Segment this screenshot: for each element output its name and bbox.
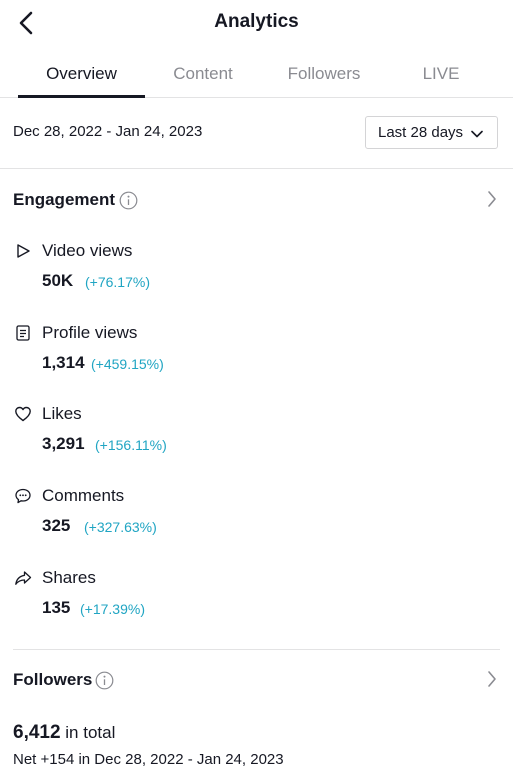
- metric-change: (+17.39%): [80, 601, 145, 617]
- metric-change: (+327.63%): [84, 519, 157, 535]
- info-icon[interactable]: [119, 191, 138, 210]
- active-tab-indicator: [18, 95, 145, 98]
- profile-card-icon: [16, 325, 30, 341]
- followers-total-suffix: in total: [65, 723, 116, 742]
- tab-overview[interactable]: Overview: [18, 52, 145, 98]
- tab-bar: Overview Content Followers LIVE: [0, 52, 513, 98]
- heart-icon: [15, 406, 31, 422]
- metric-value: 135: [42, 598, 71, 617]
- metric-value: 50K: [42, 271, 74, 290]
- engagement-header[interactable]: Engagement: [0, 187, 513, 215]
- metric-comments: Comments 325 (+327.63%): [0, 486, 513, 556]
- metric-shares: Shares 135 (+17.39%): [0, 568, 513, 638]
- metric-label: Shares: [42, 568, 96, 587]
- metric-value: 3,291: [42, 434, 85, 453]
- metric-video-views: Video views 50K (+76.17%): [0, 241, 513, 311]
- engagement-title: Engagement: [13, 190, 116, 209]
- followers-net-change: Net +154 in Dec 28, 2022 - Jan 24, 2023: [13, 751, 284, 768]
- metric-label: Video views: [42, 241, 133, 260]
- metric-label: Profile views: [42, 323, 138, 342]
- followers-header[interactable]: Followers: [0, 667, 513, 695]
- metric-label: Comments: [42, 486, 125, 505]
- period-label: Last 28 days: [378, 124, 464, 141]
- metric-change: (+76.17%): [85, 274, 150, 290]
- metric-value: 1,314: [42, 353, 85, 372]
- top-bar: Analytics: [0, 0, 513, 46]
- comment-icon: [15, 488, 31, 504]
- date-row: Dec 28, 2022 - Jan 24, 2023 Last 28 days: [0, 99, 513, 169]
- play-icon: [17, 244, 30, 258]
- metric-change: (+459.15%): [91, 356, 164, 372]
- date-range-text: Dec 28, 2022 - Jan 24, 2023: [13, 123, 203, 140]
- metric-likes: Likes 3,291 (+156.11%): [0, 404, 513, 474]
- chevron-right-icon: [488, 671, 496, 687]
- followers-total-value: 6,412: [13, 722, 61, 743]
- metric-change: (+156.11%): [95, 437, 167, 453]
- chevron-down-icon: [471, 130, 483, 138]
- share-icon: [15, 571, 32, 585]
- metric-value: 325: [42, 516, 71, 535]
- section-divider: [13, 649, 500, 650]
- period-dropdown[interactable]: Last 28 days: [365, 116, 498, 149]
- followers-title: Followers: [13, 670, 93, 689]
- tab-live[interactable]: LIVE: [387, 52, 495, 98]
- metric-label: Likes: [42, 404, 82, 423]
- chevron-right-icon: [488, 191, 496, 207]
- tab-followers[interactable]: Followers: [261, 52, 387, 98]
- page-title: Analytics: [214, 11, 299, 32]
- info-icon[interactable]: [95, 671, 114, 690]
- tab-content[interactable]: Content: [145, 52, 261, 98]
- metric-profile-views: Profile views 1,314 (+459.15%): [0, 323, 513, 393]
- followers-total: 6,412 in total: [13, 722, 115, 744]
